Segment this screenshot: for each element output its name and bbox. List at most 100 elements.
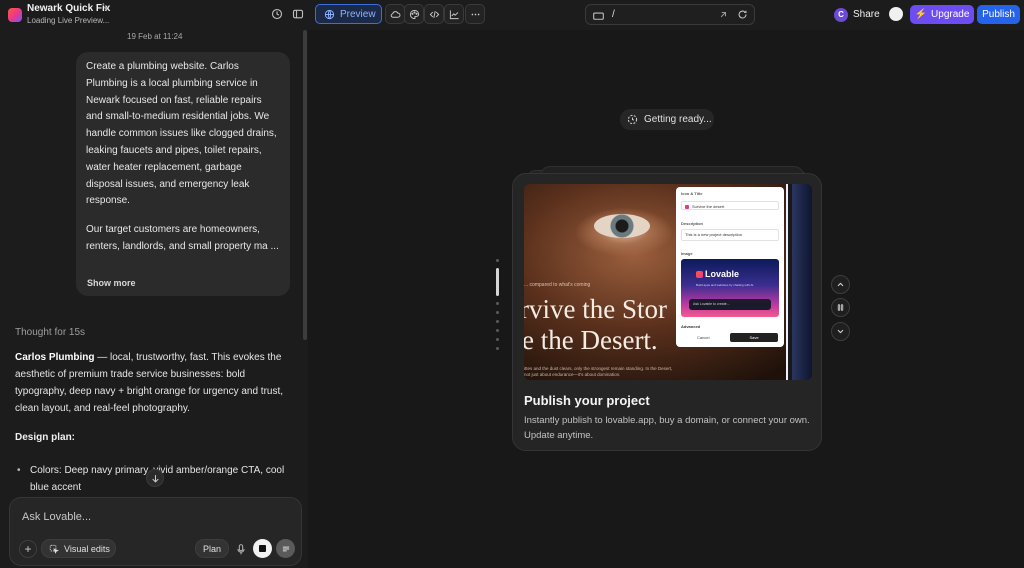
status-text: Getting ready... — [644, 114, 712, 125]
dialog-advanced: Advanced — [681, 324, 701, 329]
carousel-next-button[interactable] — [831, 322, 850, 341]
carousel-indicator — [496, 259, 500, 356]
carousel-dot[interactable] — [496, 338, 499, 341]
loading-icon — [627, 114, 638, 125]
card-title: Publish your project — [524, 393, 650, 408]
carousel-dot[interactable] — [496, 347, 499, 350]
lightning-icon: ⚡ — [914, 9, 928, 20]
more-button[interactable] — [465, 4, 485, 24]
refresh-icon[interactable] — [737, 9, 748, 23]
cloud-icon — [390, 10, 400, 18]
avatar: C — [834, 7, 848, 22]
publish-tip-card: ... compared to what's coming rvive the … — [512, 173, 822, 451]
carousel-dot[interactable] — [496, 320, 499, 323]
status-pill: Getting ready... — [620, 109, 714, 130]
analytics-button[interactable] — [444, 4, 464, 24]
design-button[interactable] — [404, 4, 424, 24]
palette-icon — [409, 9, 419, 19]
carousel-dot-active[interactable] — [496, 268, 499, 296]
carousel-dot[interactable] — [496, 259, 499, 262]
chat-panel: 19 Feb at 11:24 Create a plumbing websit… — [0, 30, 308, 568]
cloud-button[interactable] — [385, 4, 405, 24]
hero-headline-line: rvive the Stor — [524, 294, 667, 324]
chevron-down-icon — [837, 329, 844, 334]
publish-button[interactable]: Publish — [977, 5, 1020, 24]
url-path[interactable]: / — [612, 9, 615, 20]
hero-footer-text: ittes and the dust clears, only the stro… — [524, 366, 673, 377]
open-external-icon[interactable] — [718, 9, 728, 23]
project-status: Loading Live Preview... — [27, 16, 110, 25]
microphone-icon[interactable] — [234, 541, 248, 557]
more-horizontal-icon — [471, 13, 479, 15]
carousel-dot[interactable] — [496, 311, 499, 314]
github-icon[interactable] — [889, 7, 903, 21]
show-more-link[interactable]: Show more — [87, 278, 136, 288]
scroll-to-bottom-button[interactable] — [146, 469, 164, 487]
preview-panel: Getting ready... ... compared to what's … — [308, 30, 1024, 568]
hero-kicker: ... compared to what's coming — [524, 282, 591, 288]
project-title[interactable]: Newark Quick Fix — [27, 3, 110, 14]
carousel-pause-button[interactable] — [831, 298, 850, 317]
chart-line-icon — [449, 9, 459, 19]
code-icon — [429, 10, 439, 18]
carousel-dot[interactable] — [496, 329, 499, 332]
card-description: Instantly publish to lovable.app, buy a … — [524, 415, 810, 441]
upgrade-label: Upgrade — [931, 9, 970, 20]
lovable-logo-icon[interactable] — [8, 8, 22, 22]
dialog-tagline: Build apps and websites by chatting with… — [696, 283, 754, 287]
chevron-down-icon[interactable]: ▾ — [104, 4, 108, 13]
arrow-down-icon — [151, 474, 159, 483]
dialog-description-field: This is a new project description — [681, 229, 779, 241]
add-attachment-button[interactable]: + — [19, 540, 37, 558]
chat-composer: + Visual edits Plan — [9, 497, 302, 566]
preview-label: Preview — [340, 8, 376, 20]
history-icon[interactable] — [269, 6, 285, 22]
visual-edits-label: Visual edits — [64, 543, 110, 554]
queue-button[interactable] — [276, 539, 295, 558]
carousel-dot[interactable] — [496, 302, 499, 305]
chevron-up-icon — [837, 282, 844, 287]
dialog-label: Icon & Title — [681, 191, 703, 196]
lovable-logo-icon — [696, 271, 703, 278]
cursor-select-icon — [49, 544, 59, 554]
stop-icon — [259, 545, 266, 552]
hero-photo-eye — [594, 214, 650, 238]
url-bar[interactable]: / — [585, 4, 755, 25]
chat-scrollbar[interactable] — [303, 30, 307, 340]
carousel-prev-button[interactable] — [831, 275, 850, 294]
user-message-bubble: Create a plumbing website. Carlos Plumbi… — [76, 52, 290, 296]
hero-headline-line: e the Desert. — [524, 325, 658, 355]
monitor-icon[interactable] — [593, 10, 604, 24]
dialog-logo-text: Lovable — [705, 269, 740, 279]
plus-icon: + — [24, 542, 32, 556]
top-bar: Newark Quick Fix ▾ Loading Live Preview.… — [0, 0, 1024, 30]
share-button[interactable]: C Share — [834, 5, 884, 24]
favicon-icon — [685, 204, 689, 209]
plan-button[interactable]: Plan — [195, 539, 229, 558]
sidebar-toggle-icon[interactable] — [290, 6, 306, 22]
thought-duration[interactable]: Thought for 15s — [15, 327, 85, 338]
upgrade-button[interactable]: ⚡ Upgrade — [910, 5, 974, 24]
assistant-response-intro: Carlos Plumbing — local, trustworthy, fa… — [15, 349, 295, 417]
chat-input[interactable] — [22, 508, 282, 526]
card-thumbnail: ... compared to what's coming rvive the … — [524, 184, 812, 380]
dialog-title-field: Survive the desert — [681, 201, 779, 210]
share-label: Share — [853, 9, 880, 20]
dialog-cancel: Cancel — [697, 335, 710, 340]
list-icon — [282, 546, 289, 551]
visual-edits-button[interactable]: Visual edits — [41, 539, 116, 558]
message-date: 19 Feb at 11:24 — [127, 32, 183, 41]
dialog-ask-box: Ask Lovable to create... — [689, 299, 771, 310]
dialog-label: Description — [681, 221, 704, 226]
preview-button[interactable]: Preview — [315, 4, 382, 24]
thumbnail-edge — [786, 184, 812, 380]
publish-settings-dialog: Icon & Title Survive the desert Descript… — [676, 187, 784, 347]
pause-icon — [837, 304, 844, 311]
dialog-save: Save — [730, 333, 778, 342]
code-button[interactable] — [424, 4, 444, 24]
user-message-paragraph: Our target customers are homeowners, ren… — [86, 224, 279, 252]
brand-name: Carlos Plumbing — [15, 352, 95, 363]
stop-generation-button[interactable] — [253, 539, 272, 558]
dialog-title-value: Survive the desert — [692, 204, 725, 209]
user-message-paragraph: Create a plumbing website. Carlos Plumbi… — [86, 61, 277, 207]
